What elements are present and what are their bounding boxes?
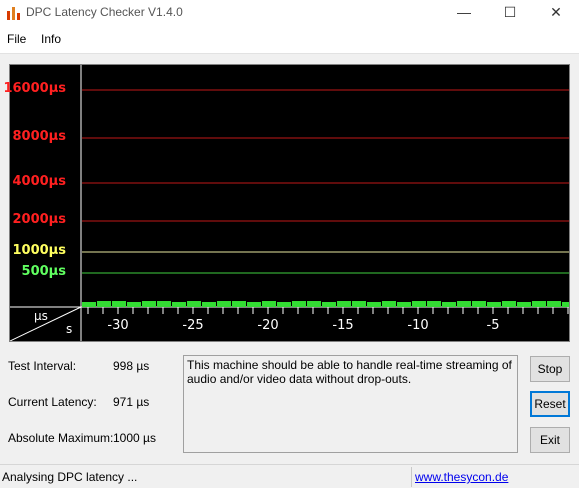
latency-bar xyxy=(82,302,96,307)
latency-bar xyxy=(442,302,456,307)
close-button[interactable]: ✕ xyxy=(533,0,579,26)
x-tick-label: -25 xyxy=(182,318,204,333)
current-latency-value: 971 µs xyxy=(113,395,150,409)
latency-graph: 16000µs 8000µs 4000µs 2000µs 1000µs 500µs -30… xyxy=(3,64,570,342)
latency-bar xyxy=(187,301,201,307)
x-tick-label: -15 xyxy=(332,318,354,333)
latency-bar xyxy=(112,301,126,307)
latency-bar xyxy=(337,301,351,307)
menu-info[interactable]: Info xyxy=(41,32,61,46)
latency-bar xyxy=(517,302,531,307)
maximize-button[interactable]: ☐ xyxy=(487,0,533,26)
latency-bar xyxy=(532,301,546,307)
x-tick-label: -20 xyxy=(257,318,279,333)
latency-bar xyxy=(217,301,231,307)
x-tick-label: -30 xyxy=(107,318,129,333)
close-icon: ✕ xyxy=(550,4,562,20)
latency-bar xyxy=(547,301,561,307)
stop-button[interactable]: Stop xyxy=(530,356,570,382)
title-bar: DPC Latency Checker V1.4.0 — ☐ ✕ xyxy=(0,0,579,26)
status-bar: Analysing DPC latency ... www.thesycon.d… xyxy=(0,464,579,488)
latency-bar xyxy=(487,302,501,307)
graph-canvas xyxy=(10,65,569,341)
latency-bar xyxy=(427,301,441,307)
x-unit-label: s xyxy=(66,322,73,336)
latency-bar xyxy=(322,302,336,307)
latency-bar xyxy=(277,302,291,307)
y-tick-label: 1000µs xyxy=(12,243,67,258)
y-tick-label: 4000µs xyxy=(12,174,67,189)
latency-bar xyxy=(157,301,171,307)
latency-bar xyxy=(202,302,216,307)
latency-bar xyxy=(97,301,111,307)
test-interval-value: 998 µs xyxy=(113,359,150,373)
exit-button[interactable]: Exit xyxy=(530,427,570,453)
status-text: Analysing DPC latency ... xyxy=(2,470,138,484)
test-interval-label: Test Interval: xyxy=(8,359,77,373)
latency-bar xyxy=(352,301,366,307)
minimize-icon: — xyxy=(457,4,471,20)
latency-bar xyxy=(172,302,186,307)
latency-bar xyxy=(142,301,156,307)
x-tick-label: -5 xyxy=(486,318,500,333)
y-tick-label: 500µs xyxy=(21,264,66,279)
latency-bar xyxy=(502,301,516,307)
result-message: This machine should be able to handle re… xyxy=(183,355,518,453)
absolute-maximum-value: 1000 µs xyxy=(113,431,156,445)
latency-bar xyxy=(292,301,306,307)
latency-bar xyxy=(562,302,569,307)
latency-bar xyxy=(262,301,276,307)
y-unit-label: µs xyxy=(34,309,48,323)
latency-bar xyxy=(382,301,396,307)
y-tick-label: 16000µs xyxy=(3,81,66,96)
latency-bar xyxy=(127,302,141,307)
x-tick-label: -10 xyxy=(407,318,429,333)
latency-bar xyxy=(307,301,321,307)
current-latency-label: Current Latency: xyxy=(8,395,97,409)
menu-bar: File Info xyxy=(0,26,579,54)
latency-bar xyxy=(412,301,426,307)
latency-bar xyxy=(457,301,471,307)
latency-bar xyxy=(397,302,411,307)
y-tick-label: 2000µs xyxy=(12,212,67,227)
website-link[interactable]: www.thesycon.de xyxy=(415,470,508,484)
absolute-maximum-label: Absolute Maximum: xyxy=(8,431,114,445)
app-icon xyxy=(7,7,20,20)
minimize-button[interactable]: — xyxy=(441,0,487,26)
window-title: DPC Latency Checker V1.4.0 xyxy=(26,5,183,19)
menu-file[interactable]: File xyxy=(7,32,26,46)
latency-bar xyxy=(232,301,246,307)
latency-bar xyxy=(367,302,381,307)
reset-button[interactable]: Reset xyxy=(530,391,570,417)
status-separator xyxy=(411,467,412,487)
maximize-icon: ☐ xyxy=(503,4,517,20)
y-tick-label: 8000µs xyxy=(12,129,67,144)
latency-bar xyxy=(472,301,486,307)
latency-bar xyxy=(247,302,261,307)
